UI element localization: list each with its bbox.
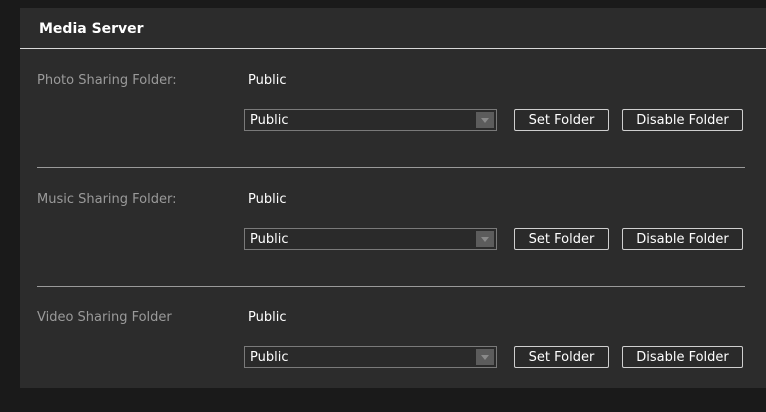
- section-divider: [37, 286, 745, 287]
- photo-folder-select[interactable]: Public: [244, 109, 497, 131]
- video-sharing-section: Video Sharing Folder Public Public Set F…: [20, 294, 766, 412]
- music-folder-selected: Public: [250, 232, 289, 247]
- panel-header: Media Server: [20, 8, 766, 49]
- music-sharing-section: Music Sharing Folder: Public Public Set …: [20, 176, 766, 294]
- video-disable-folder-button[interactable]: Disable Folder: [622, 346, 743, 368]
- photo-sharing-label: Photo Sharing Folder:: [37, 73, 177, 88]
- photo-sharing-value: Public: [248, 73, 287, 88]
- photo-set-folder-button[interactable]: Set Folder: [514, 109, 609, 131]
- music-disable-folder-button[interactable]: Disable Folder: [622, 228, 743, 250]
- video-folder-select[interactable]: Public: [244, 346, 497, 368]
- music-sharing-label: Music Sharing Folder:: [37, 192, 177, 207]
- media-server-panel: Media Server Photo Sharing Folder: Publi…: [20, 8, 766, 388]
- chevron-down-icon[interactable]: [476, 112, 494, 128]
- video-set-folder-button[interactable]: Set Folder: [514, 346, 609, 368]
- music-set-folder-button[interactable]: Set Folder: [514, 228, 609, 250]
- video-sharing-value: Public: [248, 310, 287, 325]
- music-folder-select[interactable]: Public: [244, 228, 497, 250]
- video-sharing-label: Video Sharing Folder: [37, 310, 172, 325]
- music-sharing-value: Public: [248, 192, 287, 207]
- chevron-down-icon[interactable]: [476, 231, 494, 247]
- video-folder-selected: Public: [250, 350, 289, 365]
- photo-sharing-section: Photo Sharing Folder: Public Public Set …: [20, 57, 766, 175]
- section-divider: [37, 167, 745, 168]
- panel-title: Media Server: [39, 21, 144, 37]
- photo-disable-folder-button[interactable]: Disable Folder: [622, 109, 743, 131]
- chevron-down-icon[interactable]: [476, 349, 494, 365]
- photo-folder-selected: Public: [250, 113, 289, 128]
